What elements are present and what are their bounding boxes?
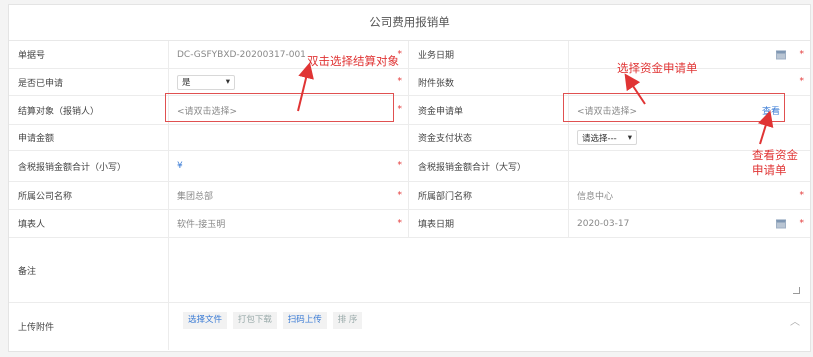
arrow-to-fund-annotation [624,73,646,105]
arrow-to-settlement-annotation [297,62,314,112]
annotation-arrows [297,62,774,145]
arrow-to-view-link [758,110,774,145]
